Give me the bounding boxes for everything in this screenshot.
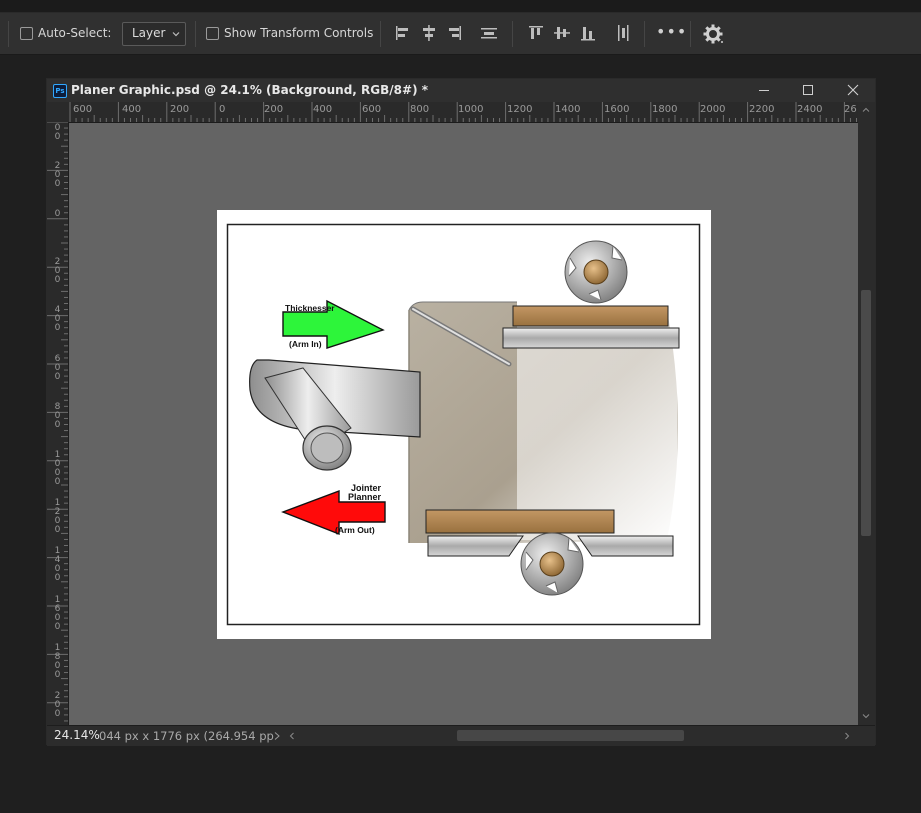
document-titlebar[interactable]: Ps Planer Graphic.psd @ 24.1% (Backgroun… xyxy=(47,79,875,102)
separator xyxy=(512,21,513,47)
ruler-label: 1600 xyxy=(604,104,630,115)
document-canvas[interactable]: Thicknesser (Arm In) Jointer Planner (Ar… xyxy=(217,210,711,639)
document-window: Ps Planer Graphic.psd @ 24.1% (Backgroun… xyxy=(46,78,876,746)
align-horizontal-centers-icon[interactable] xyxy=(420,23,438,43)
canvas-area[interactable]: Thicknesser (Arm In) Jointer Planner (Ar… xyxy=(69,123,858,725)
ruler-label: 1200 xyxy=(54,498,61,535)
vertical-scroll-thumb[interactable] xyxy=(861,290,871,536)
ruler-label: 400 xyxy=(122,104,142,115)
document-info[interactable]: 044 px x 1776 px (264.954 pp xyxy=(99,729,274,743)
ruler-corner xyxy=(47,102,68,122)
scroll-left-icon[interactable] xyxy=(287,731,297,741)
distribute-vertical-icon[interactable] xyxy=(480,23,498,43)
close-button[interactable] xyxy=(838,81,868,100)
ruler-label: 200 xyxy=(264,104,284,115)
ruler-label: 1000 xyxy=(54,450,61,487)
upper-table xyxy=(502,327,680,349)
ruler-label: 800 xyxy=(54,402,61,430)
zoom-level[interactable]: 24.14% xyxy=(54,728,100,742)
minimize-button[interactable] xyxy=(749,81,779,100)
auto-select-checkbox[interactable] xyxy=(20,27,33,40)
arm-in-label: (Arm In) xyxy=(289,339,322,349)
lower-cutter-head xyxy=(520,532,584,596)
ruler-label: 200 xyxy=(170,104,190,115)
maximize-button[interactable] xyxy=(793,81,823,100)
ruler-label: 400 xyxy=(313,104,333,115)
ruler-label: 0 xyxy=(54,209,61,219)
ruler-label: 600 xyxy=(362,104,382,115)
align-bottom-edges-icon[interactable] xyxy=(579,23,597,43)
ruler-label: 0 xyxy=(219,104,226,115)
ruler-label: 200 xyxy=(54,257,61,285)
lower-wood-board xyxy=(425,509,615,534)
auto-select-dropdown[interactable]: Layer xyxy=(122,22,186,46)
auto-select-label: Auto-Select: xyxy=(38,26,112,40)
separator xyxy=(690,21,691,47)
photoshop-icon: Ps xyxy=(53,84,67,98)
ruler-label: 800 xyxy=(410,104,430,115)
show-transform-checkbox[interactable] xyxy=(206,27,219,40)
ruler-label: 1800 xyxy=(652,104,678,115)
show-transform-label: Show Transform Controls xyxy=(224,26,374,40)
separator xyxy=(8,21,9,47)
ruler-label: 400 xyxy=(54,305,61,333)
separator xyxy=(195,21,196,47)
ruler-label: 1000 xyxy=(458,104,484,115)
thicknesser-label: Thicknesser xyxy=(285,303,335,313)
ruler-label: 26 xyxy=(844,104,857,115)
distribute-horizontal-icon[interactable] xyxy=(614,23,632,43)
ruler-label: 200 xyxy=(54,161,61,189)
align-left-edges-icon[interactable] xyxy=(394,23,412,43)
auto-select-value: Layer xyxy=(132,26,166,40)
separator xyxy=(644,21,645,47)
more-options-button[interactable]: ••• xyxy=(656,22,687,41)
document-title: Planer Graphic.psd @ 24.1% (Background, … xyxy=(71,83,428,97)
scroll-down-icon[interactable] xyxy=(861,711,871,721)
align-top-edges-icon[interactable] xyxy=(527,23,545,43)
ruler-label: 1400 xyxy=(54,546,61,583)
status-bar: 24.14% 044 px x 1776 px (264.954 pp xyxy=(47,725,875,746)
scroll-up-icon[interactable] xyxy=(861,105,871,115)
gear-icon[interactable] xyxy=(702,23,724,45)
chevron-right-icon[interactable] xyxy=(273,731,281,741)
arm-out-label: (Arm Out) xyxy=(335,525,375,535)
vertical-ruler[interactable]: 00 200 0 200 400 600 800 1000 1200 1400 … xyxy=(47,122,69,726)
separator xyxy=(380,21,381,47)
options-bar: Auto-Select: Layer Show Transform Contro… xyxy=(0,13,921,55)
planner-label: Planner xyxy=(348,492,382,502)
planer-graphic: Thicknesser (Arm In) Jointer Planner (Ar… xyxy=(226,223,701,626)
menu-strip xyxy=(0,0,921,13)
horizontal-scroll-thumb[interactable] xyxy=(457,730,684,741)
ruler-label: 2000 xyxy=(700,104,726,115)
vertical-scrollbar[interactable] xyxy=(858,102,875,726)
ruler-label: 2400 xyxy=(797,104,823,115)
ruler-label: 00 xyxy=(54,123,61,142)
lower-table-left xyxy=(427,535,524,557)
ruler-label: 1800 xyxy=(54,643,61,680)
lower-table-right xyxy=(577,535,674,557)
ruler-label: 1600 xyxy=(54,595,61,632)
align-vertical-centers-icon[interactable] xyxy=(553,23,571,43)
ruler-label: 2200 xyxy=(749,104,775,115)
ruler-label: 600 xyxy=(73,104,93,115)
ruler-label: 200 xyxy=(54,691,61,719)
align-right-edges-icon[interactable] xyxy=(445,23,463,43)
scroll-right-icon[interactable] xyxy=(842,731,852,741)
upper-wood-board xyxy=(512,305,669,327)
chevron-down-icon xyxy=(172,32,180,37)
upper-cutter-head xyxy=(564,240,628,304)
ruler-label: 1200 xyxy=(507,104,533,115)
ruler-label: 1400 xyxy=(555,104,581,115)
ruler-label: 600 xyxy=(54,354,61,382)
horizontal-ruler[interactable]: 600 400 200 0 200 400 600 800 1000 1200 … xyxy=(68,102,875,123)
